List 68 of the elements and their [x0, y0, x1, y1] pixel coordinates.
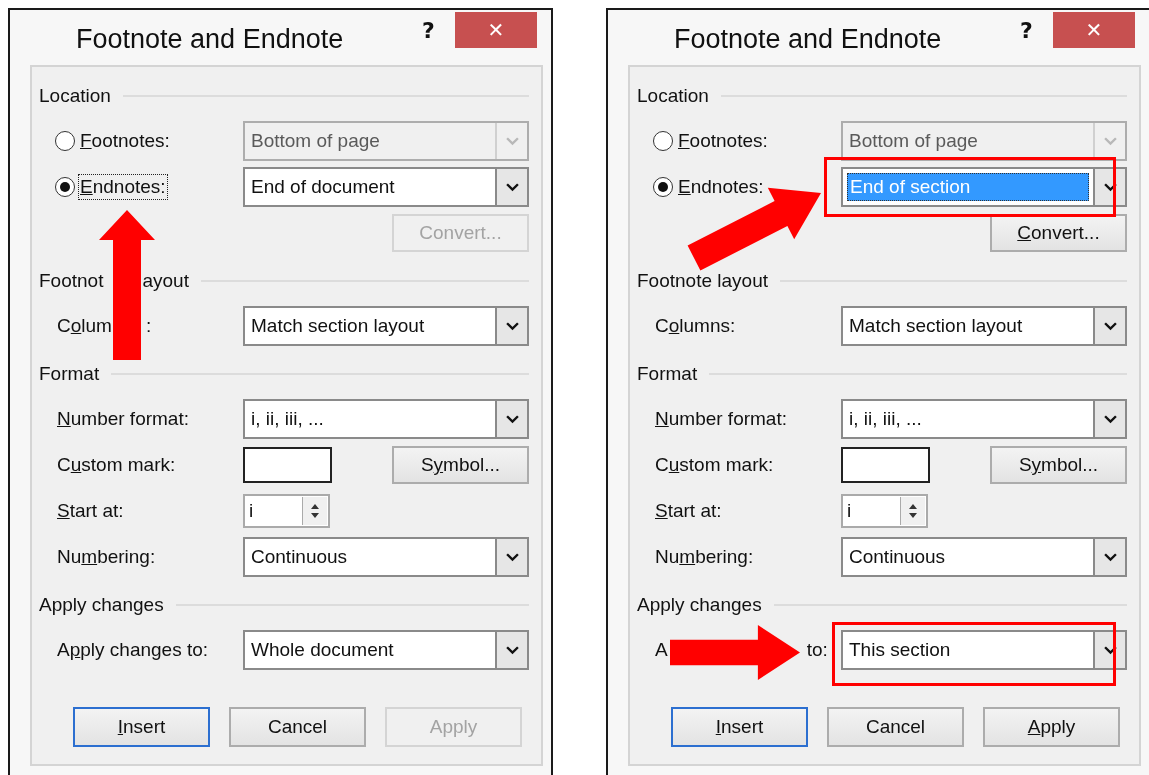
help-button[interactable]: ?	[1016, 18, 1037, 43]
input-field[interactable]	[243, 447, 332, 483]
field-label: Footnotes:	[677, 129, 769, 153]
help-button[interactable]: ?	[418, 18, 439, 43]
dropdown-field[interactable]: Continuous	[841, 537, 1127, 577]
radio-button[interactable]	[55, 177, 75, 197]
field-label: :	[144, 314, 153, 338]
radio-button[interactable]	[55, 131, 75, 151]
section-heading: Footnot	[39, 270, 104, 292]
field-label: Colum	[56, 314, 113, 338]
field-label: Start at:	[56, 499, 125, 523]
up-down-arrows-icon	[302, 497, 327, 525]
dropdown-field[interactable]: Match section layout	[841, 306, 1127, 346]
dialog-title: Footnote and Endnote	[674, 24, 942, 55]
dialog-button[interactable]: Insert	[671, 707, 808, 747]
chevron-down-icon	[495, 308, 527, 344]
field-label: Custom mark:	[56, 453, 177, 477]
dropdown-field[interactable]: This section	[841, 630, 1127, 670]
up-down-arrows-icon	[900, 497, 925, 525]
dialog-button[interactable]: Convert...	[990, 214, 1127, 252]
section-heading: Footnote layout	[637, 270, 768, 292]
chevron-down-icon	[495, 169, 527, 205]
field-label: Start at:	[654, 499, 723, 523]
dialog-button[interactable]: Symbol...	[392, 446, 529, 484]
chevron-down-icon	[1093, 308, 1125, 344]
dropdown-field[interactable]: Whole document	[243, 630, 529, 670]
dialog-button[interactable]: Symbol...	[990, 446, 1127, 484]
close-button[interactable]: ✕	[1053, 12, 1135, 48]
field-label: Number format:	[654, 407, 788, 431]
field-label: Numbering:	[56, 545, 157, 569]
close-button[interactable]: ✕	[455, 12, 537, 48]
dropdown-field[interactable]: Continuous	[243, 537, 529, 577]
input-field[interactable]	[841, 447, 930, 483]
dialog-button[interactable]: Cancel	[229, 707, 366, 747]
chevron-down-icon	[495, 539, 527, 575]
section-heading: Format	[39, 363, 100, 385]
field-label: Endnotes:	[78, 174, 168, 200]
dialog-button[interactable]: Apply	[983, 707, 1120, 747]
chevron-down-icon	[495, 632, 527, 668]
section-heading: Location	[39, 85, 111, 107]
section-heading: Apply changes	[39, 594, 164, 616]
field-label: Endnotes:	[677, 175, 765, 199]
field-label: Number format:	[56, 407, 190, 431]
dropdown-field[interactable]: i, ii, iii, ...	[841, 399, 1127, 439]
field-label: Numbering:	[654, 545, 755, 569]
chevron-down-icon	[1093, 401, 1125, 437]
section-heading: Apply changes	[637, 594, 762, 616]
radio-button[interactable]	[653, 177, 673, 197]
radio-button[interactable]	[653, 131, 673, 151]
field-label: to:	[805, 638, 829, 662]
field-label: Apply changes to:	[56, 638, 210, 662]
dialog-button[interactable]: Cancel	[827, 707, 964, 747]
dropdown-field[interactable]: End of document	[243, 167, 529, 207]
dialog-title: Footnote and Endnote	[76, 24, 344, 55]
field-label: Custom mark:	[654, 453, 775, 477]
section-heading: Location	[637, 85, 709, 107]
chevron-down-icon	[495, 401, 527, 437]
section-heading: ayout	[142, 270, 189, 292]
dialog-button[interactable]: Insert	[73, 707, 210, 747]
dropdown-field[interactable]: Match section layout	[243, 306, 529, 346]
dropdown-field[interactable]: i, ii, iii, ...	[243, 399, 529, 439]
section-heading: Format	[637, 363, 698, 385]
field-label: Footnotes:	[79, 129, 171, 153]
spinner-field[interactable]: i	[841, 494, 928, 528]
field-label: Columns:	[654, 314, 737, 338]
chevron-down-icon	[1093, 539, 1125, 575]
field-label: A	[654, 638, 669, 662]
spinner-field[interactable]: i	[243, 494, 330, 528]
